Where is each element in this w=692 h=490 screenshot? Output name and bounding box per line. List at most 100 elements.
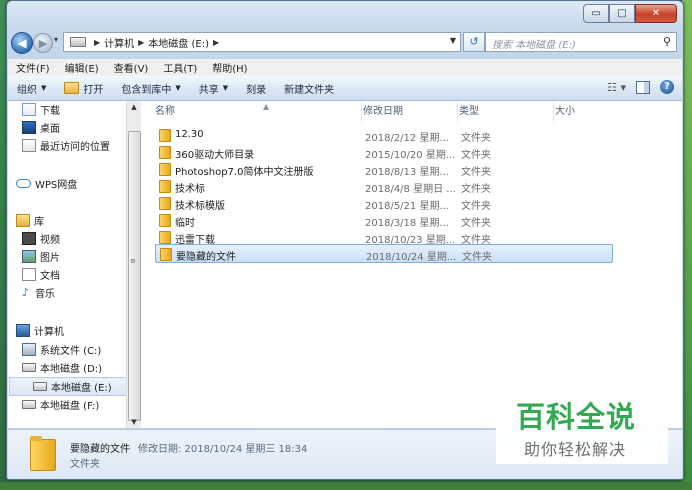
nav-item-drive-c[interactable]: 系统文件 (C:) xyxy=(22,341,126,358)
scroll-up-arrow-icon[interactable]: ▲ xyxy=(127,101,141,113)
column-header-label: 修改日期 xyxy=(363,106,403,117)
nav-item-recent-places[interactable]: 最近访问的位置 xyxy=(22,137,126,154)
table-row[interactable]: 迅雷下载 2018/10/23 星期... 文件夹 xyxy=(155,228,613,246)
refresh-button[interactable]: ↺ xyxy=(463,32,485,52)
row-date: 2015/10/20 星期... xyxy=(365,150,456,161)
search-input[interactable]: 搜索 本地磁盘 (E:) ⚲ xyxy=(485,32,677,52)
back-arrow-icon: ◀ xyxy=(17,36,27,50)
change-view-icon[interactable]: ☷ ▾ xyxy=(607,81,626,94)
nav-item-label: 本地磁盘 (D:) xyxy=(40,364,103,375)
nav-item-label: 视频 xyxy=(40,235,60,246)
column-header-label: 类型 xyxy=(459,106,479,117)
details-item-name: 要隐藏的文件 xyxy=(70,444,130,455)
nav-item-computer[interactable]: 计算机 xyxy=(16,322,120,339)
nav-item-wps-cloud[interactable]: WPS网盘 xyxy=(16,175,120,192)
nav-item-label: 音乐 xyxy=(35,289,55,300)
drive-icon xyxy=(22,400,36,409)
caption-buttons: ▭ □ ✕ xyxy=(583,4,677,23)
row-type: 文件夹 xyxy=(461,218,491,229)
menu-tools[interactable]: 工具(T) xyxy=(155,60,204,75)
open-button[interactable]: 打开 xyxy=(55,81,112,96)
column-header-name[interactable]: 名称 ▲ xyxy=(155,101,362,123)
menu-view[interactable]: 查看(V) xyxy=(106,60,156,75)
scrollbar-thumb[interactable] xyxy=(128,131,141,421)
nav-item-downloads[interactable]: 下载 xyxy=(22,101,126,118)
nav-item-drive-d[interactable]: 本地磁盘 (D:) xyxy=(22,359,126,376)
address-history-dropdown[interactable]: ▼ xyxy=(450,36,456,45)
table-row[interactable]: 360驱动大师目录 2015/10/20 星期... 文件夹 xyxy=(155,143,613,161)
large-folder-icon xyxy=(30,436,56,471)
recent-pages-dropdown[interactable]: ▾ xyxy=(54,35,58,44)
breadcrumb-computer[interactable]: 计算机 xyxy=(104,35,134,50)
column-header-date-modified[interactable]: 修改日期 xyxy=(363,101,458,123)
nav-item-desktop[interactable]: 桌面 xyxy=(22,119,126,136)
column-header-label: 大小 xyxy=(555,106,575,117)
new-folder-button[interactable]: 新建文件夹 xyxy=(275,81,343,96)
folder-icon xyxy=(159,231,171,244)
nav-item-music[interactable]: ♪ 音乐 xyxy=(22,284,126,301)
scroll-down-arrow-icon[interactable]: ▼ xyxy=(127,416,141,428)
menu-file[interactable]: 文件(F) xyxy=(8,60,57,75)
scrollbar-grip-icon: ≡ xyxy=(130,257,136,265)
minimize-button[interactable]: ▭ xyxy=(583,4,609,23)
open-folder-icon xyxy=(64,82,80,94)
watermark-title: 百科全说 xyxy=(516,400,637,434)
nav-item-documents[interactable]: 文档 xyxy=(22,266,126,283)
chevron-down-icon: ▼ xyxy=(41,84,47,92)
nav-item-pictures[interactable]: 图片 xyxy=(22,248,126,265)
include-in-library-button[interactable]: 包含到库中 ▼ xyxy=(112,81,189,96)
nav-pane-scrollbar[interactable]: ▲ ≡ ▼ xyxy=(126,101,141,428)
folder-icon xyxy=(160,248,172,261)
nav-item-libraries[interactable]: 库 xyxy=(16,212,120,229)
column-header-type[interactable]: 类型 xyxy=(459,101,554,123)
chevron-right-icon[interactable]: ▶ xyxy=(213,38,219,47)
help-icon[interactable]: ? xyxy=(660,80,674,94)
details-modified-date: 修改日期: 2018/10/24 星期三 18:34 xyxy=(138,444,308,455)
nav-item-drive-e[interactable]: 本地磁盘 (E:) xyxy=(9,377,129,396)
table-row[interactable]: 12.30 2018/2/12 星期... 文件夹 xyxy=(155,126,613,144)
menu-help[interactable]: 帮助(H) xyxy=(204,60,254,75)
chevron-right-icon[interactable]: ▶ xyxy=(94,38,100,47)
command-bar: 组织 ▼ 打开 包含到库中 ▼ 共享 ▼ 刻录 新建文件夹 ☷ ▾ ? xyxy=(8,76,682,101)
folder-icon xyxy=(159,163,171,176)
details-item-type: 文件夹 xyxy=(70,459,100,470)
breadcrumb-drive-e[interactable]: 本地磁盘 (E:) xyxy=(148,35,209,50)
navigation-pane: 下载 桌面 最近访问的位置 WPS网盘 库 视频 图片 文档 ♪ 音乐 计算机 系… xyxy=(8,101,129,428)
nav-item-drive-f[interactable]: 本地磁盘 (F:) xyxy=(22,396,126,413)
burn-button[interactable]: 刻录 xyxy=(237,81,275,96)
table-row[interactable]: 临时 2018/3/18 星期... 文件夹 xyxy=(155,211,613,229)
chevron-right-icon[interactable]: ▶ xyxy=(138,38,144,47)
address-bar[interactable]: ▶ 计算机 ▶ 本地磁盘 (E:) ▶ ▼ xyxy=(63,32,461,52)
table-row[interactable]: Photoshop7.0简体中文注册版 2018/8/13 星期... 文件夹 xyxy=(155,160,613,178)
column-header-size[interactable]: 大小 xyxy=(555,101,635,123)
chevron-down-icon: ▼ xyxy=(222,84,229,92)
column-header-label: 名称 xyxy=(155,106,175,117)
back-button[interactable]: ◀ xyxy=(11,32,33,54)
organize-button[interactable]: 组织 ▼ xyxy=(8,81,55,96)
table-row[interactable]: 技术标 2018/4/8 星期日 ... 文件夹 xyxy=(155,177,613,195)
system-drive-icon xyxy=(22,343,36,356)
nav-item-videos[interactable]: 视频 xyxy=(22,230,126,247)
row-name: 临时 xyxy=(175,218,195,229)
computer-icon xyxy=(16,324,30,337)
search-icon[interactable]: ⚲ xyxy=(663,35,671,48)
include-in-library-label: 包含到库中 xyxy=(121,84,172,96)
desktop-background-bottom xyxy=(0,482,692,490)
table-row[interactable]: 技术标模版 2018/5/21 星期... 文件夹 xyxy=(155,194,613,212)
forward-button[interactable]: ▶ xyxy=(33,33,53,53)
row-type: 文件夹 xyxy=(461,167,491,178)
close-button[interactable]: ✕ xyxy=(635,4,677,23)
table-row-selected[interactable]: 要隐藏的文件 2018/10/24 星期... 文件夹 xyxy=(155,244,613,263)
menu-edit[interactable]: 编辑(E) xyxy=(57,60,106,75)
view-controls: ☷ ▾ ? xyxy=(607,80,674,94)
videos-icon xyxy=(22,232,36,245)
row-date: 2018/5/21 星期... xyxy=(365,201,449,212)
forward-arrow-icon: ▶ xyxy=(38,36,48,50)
row-name: 要隐藏的文件 xyxy=(176,252,236,263)
music-icon: ♪ xyxy=(22,286,30,299)
maximize-button[interactable]: □ xyxy=(609,4,635,23)
preview-pane-icon[interactable] xyxy=(636,80,650,94)
folder-icon xyxy=(159,197,171,210)
row-type: 文件夹 xyxy=(461,133,491,144)
share-button[interactable]: 共享 ▼ xyxy=(190,81,237,96)
